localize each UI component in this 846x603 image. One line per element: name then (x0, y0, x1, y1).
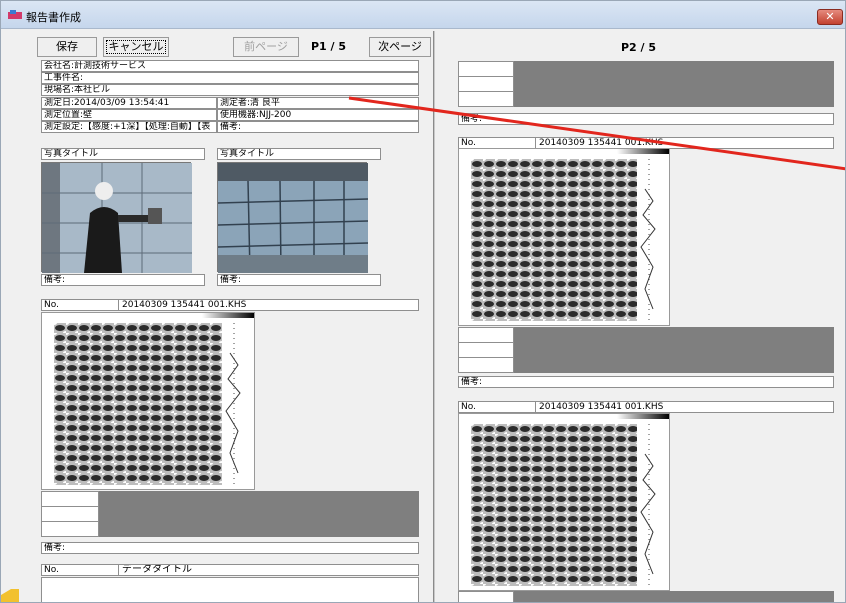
report-window: 報告書作成 ✕ 保存 キャンセル 前ページ P1 / 5 次ページ 会社名:計測… (0, 0, 846, 603)
corner-marker-icon (1, 589, 19, 602)
annotation-red-line (348, 96, 845, 171)
